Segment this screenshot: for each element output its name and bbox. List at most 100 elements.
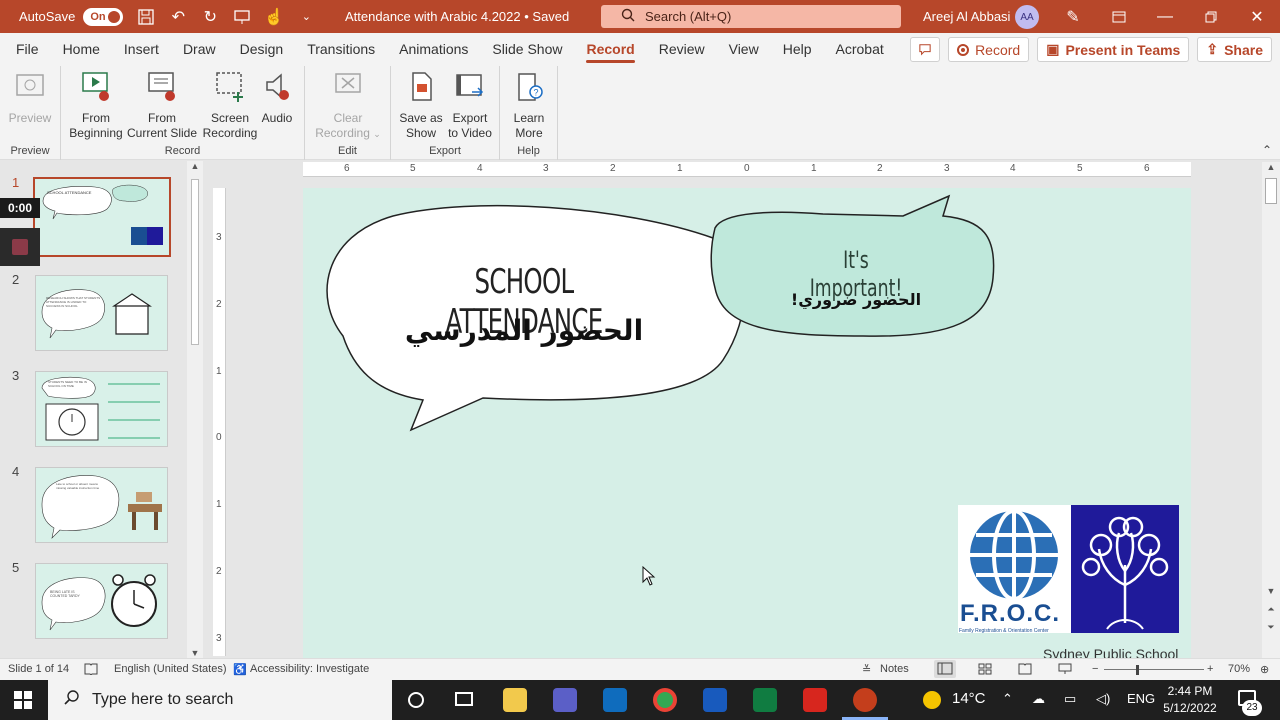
avatar[interactable]: AA (1015, 5, 1039, 29)
accessibility-status[interactable]: Accessibility: Investigate (250, 663, 369, 675)
accessibility-icon[interactable]: ♿ (233, 663, 247, 676)
collapse-ribbon-icon[interactable]: ⌃ (1262, 143, 1272, 157)
export-to-video-button[interactable]: Export to Video (445, 70, 495, 141)
tab-acrobat[interactable]: Acrobat (824, 33, 896, 66)
notes-icon[interactable]: ≚ (862, 663, 871, 676)
taskbar-search[interactable]: Type here to search (48, 680, 392, 720)
slide-scrollbar[interactable]: ▲ ▼ ⏶ ⏷ (1262, 162, 1280, 658)
previous-slide-icon[interactable]: ⏶ (1262, 604, 1280, 615)
excel-icon[interactable] (753, 688, 777, 712)
chevron-down-icon: ⌄ (373, 129, 381, 139)
tab-design[interactable]: Design (228, 33, 296, 66)
thumbnail-slide-4[interactable]: Late to school or absent means missing v… (35, 467, 168, 543)
chrome-icon[interactable] (653, 688, 677, 712)
thumbnail-slide-5[interactable]: BEING LATE IS COUNTED TARDY (35, 563, 168, 639)
thumbnail-scrollbar[interactable]: ▲ ▼ (187, 161, 203, 658)
autosave-toggle[interactable]: On (83, 7, 124, 26)
weather-temperature[interactable]: 14°C (952, 690, 986, 707)
slide-canvas[interactable]: SCHOOL ATTENDANCE الحضور المدرسي It's Im… (303, 188, 1191, 658)
comments-button[interactable] (910, 37, 941, 62)
onedrive-icon[interactable]: ☁ (1032, 691, 1045, 707)
spelling-icon[interactable] (84, 663, 98, 678)
tab-animations[interactable]: Animations (387, 33, 480, 66)
scroll-thumb[interactable] (191, 179, 199, 345)
tab-file[interactable]: File (4, 33, 51, 66)
tab-record[interactable]: Record (574, 33, 646, 66)
tab-transitions[interactable]: Transitions (295, 33, 387, 66)
tab-home[interactable]: Home (51, 33, 112, 66)
redo-icon[interactable]: ↻ (197, 4, 223, 30)
tab-draw[interactable]: Draw (171, 33, 228, 66)
tab-review[interactable]: Review (647, 33, 717, 66)
screen-recording-button[interactable]: Screen Recording (201, 70, 259, 141)
cortana-icon[interactable] (408, 692, 424, 708)
ribbon-display-icon[interactable] (1096, 4, 1142, 30)
tab-slide-show[interactable]: Slide Show (480, 33, 574, 66)
weather-sun-icon[interactable] (923, 691, 941, 709)
minimize-icon[interactable]: — (1142, 4, 1188, 30)
restore-icon[interactable] (1188, 4, 1234, 30)
search-box[interactable]: Search (Alt+Q) (601, 5, 901, 28)
undo-icon[interactable]: ↶ (165, 4, 191, 30)
preview-button[interactable]: Preview (8, 70, 52, 126)
scroll-down-icon[interactable]: ▼ (1262, 586, 1280, 596)
outlook-icon[interactable] (603, 688, 627, 712)
zoom-in-icon[interactable]: + (1207, 663, 1213, 675)
record-button[interactable]: Record (948, 37, 1030, 62)
tab-view[interactable]: View (717, 33, 771, 66)
fit-to-window-icon[interactable]: ⊕ (1260, 663, 1269, 676)
touch-mode-icon[interactable]: ☝ (261, 4, 287, 30)
zoom-slider[interactable] (1104, 669, 1204, 670)
learn-more-button[interactable]: ? Learn More (506, 70, 552, 141)
audio-button[interactable]: Audio (257, 70, 297, 126)
tab-insert[interactable]: Insert (112, 33, 171, 66)
scroll-up-icon[interactable]: ▲ (1262, 162, 1280, 172)
designer-pen-icon[interactable]: ✎ (1050, 4, 1096, 30)
language-indicator[interactable]: English (United States) (114, 663, 227, 675)
acrobat-icon[interactable] (803, 688, 827, 712)
document-title[interactable]: Attendance with Arabic 4.2022 • Saved (345, 9, 569, 24)
file-explorer-icon[interactable] (503, 688, 527, 712)
task-view-icon[interactable] (455, 692, 473, 706)
powerpoint-icon[interactable] (853, 688, 877, 712)
scroll-thumb[interactable] (1265, 178, 1277, 204)
record-from-current-button[interactable]: From Current Slide (125, 70, 199, 141)
close-icon[interactable]: ✕ (1234, 4, 1280, 30)
customize-qat-icon[interactable]: ⌄ (293, 4, 319, 30)
slide-sorter-icon[interactable] (978, 663, 992, 678)
present-icon[interactable] (229, 4, 255, 30)
scroll-up-icon[interactable]: ▲ (187, 161, 203, 171)
bubble-text-arabic[interactable]: الحضور ضروري! (773, 290, 939, 309)
slideshow-view-icon[interactable] (1058, 663, 1072, 678)
show-hidden-icons[interactable]: ⌃ (1002, 691, 1013, 707)
teams-icon[interactable] (553, 688, 577, 712)
next-slide-icon[interactable]: ⏷ (1262, 622, 1280, 633)
normal-view-icon[interactable] (934, 660, 956, 678)
input-language[interactable]: ENG (1127, 691, 1155, 706)
scroll-down-icon[interactable]: ▼ (187, 648, 203, 658)
volume-icon[interactable]: ◁) (1096, 691, 1110, 707)
save-as-show-button[interactable]: Save as Show (396, 70, 446, 141)
word-icon[interactable] (703, 688, 727, 712)
zoom-out-icon[interactable]: − (1092, 663, 1098, 675)
battery-icon[interactable]: ▭ (1064, 691, 1076, 707)
slide-title-arabic[interactable]: الحضور المدرسي (399, 314, 649, 347)
edit-group-label: Edit (338, 145, 357, 157)
share-button[interactable]: ⇪ Share (1197, 37, 1272, 62)
record-from-beginning-button[interactable]: From Beginning (67, 70, 125, 141)
zoom-level[interactable]: 70% (1228, 663, 1250, 675)
notes-button[interactable]: Notes (880, 663, 909, 675)
user-name[interactable]: Areej Al Abbasi (923, 9, 1010, 24)
thumbnail-slide-1[interactable]: SCHOOL ATTENDANCE (33, 177, 171, 257)
save-icon[interactable] (133, 4, 159, 30)
thumbnail-slide-2[interactable]: RESEARCH SHOWS THAT STUDENTS ATTENDANCE … (35, 275, 168, 351)
clear-recording-button[interactable]: Clear Recording ⌄ (313, 70, 383, 142)
zoom-slider-thumb[interactable] (1136, 665, 1139, 675)
start-windows-icon[interactable] (14, 691, 32, 712)
clock[interactable]: 2:44 PM 5/12/2022 (1160, 683, 1220, 717)
thumbnail-slide-3[interactable]: STUDENTS NEED TO BE IN SCHOOL ON TIME (35, 371, 168, 447)
tab-help[interactable]: Help (771, 33, 824, 66)
reading-view-icon[interactable] (1018, 663, 1032, 678)
recording-stop-button[interactable] (0, 228, 40, 266)
present-in-teams-button[interactable]: ▣ Present in Teams (1037, 37, 1190, 62)
